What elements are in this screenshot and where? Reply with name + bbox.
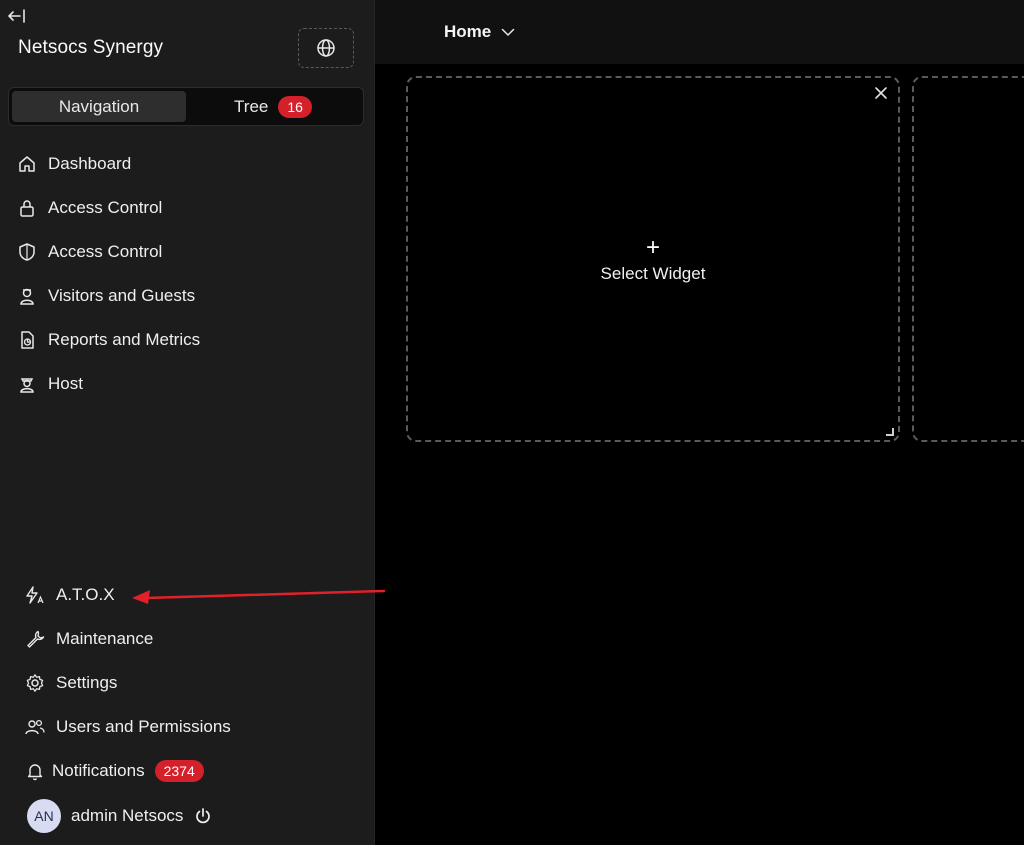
sidebar-item-maintenance[interactable]: Maintenance: [24, 617, 364, 661]
home-icon: [16, 153, 38, 175]
sidebar-item-label: Settings: [56, 673, 118, 692]
tab-navigation-label: Navigation: [58, 96, 140, 116]
sidebar-item-settings[interactable]: Settings: [24, 661, 364, 705]
notifications-count-badge: 2374: [154, 760, 204, 782]
sidebar-item-label: Access Control: [48, 242, 163, 261]
sidebar-item-label: Visitors and Guests: [48, 286, 196, 305]
tab-tree[interactable]: Tree 16: [186, 91, 360, 122]
main-nav: Dashboard Access Control Access Control …: [16, 142, 356, 406]
sidebar-item-label: Reports and Metrics: [48, 330, 201, 349]
user-profile[interactable]: AN admin Netsocs: [27, 799, 213, 833]
resize-handle[interactable]: [886, 428, 894, 436]
widget-slot: + Select Widget: [406, 76, 900, 442]
sidebar-tab-switch: Navigation Tree 16: [8, 87, 364, 126]
shield-icon: [16, 241, 38, 263]
sidebar-item-access-control-2[interactable]: Access Control: [16, 230, 356, 274]
avatar: AN: [27, 799, 61, 833]
sidebar-item-host[interactable]: Host: [16, 362, 356, 406]
user-name: admin Netsocs: [71, 806, 184, 825]
visitor-icon: [16, 285, 38, 307]
sidebar-item-dashboard[interactable]: Dashboard: [16, 142, 356, 186]
globe-icon: [317, 39, 335, 57]
chevron-down-icon: [501, 28, 515, 37]
wrench-icon: [24, 628, 46, 650]
select-widget-button[interactable]: + Select Widget: [408, 236, 898, 284]
select-widget-label: Select Widget: [600, 264, 706, 283]
collapse-sidebar-icon[interactable]: [6, 6, 28, 26]
host-icon: [16, 373, 38, 395]
sidebar-item-label: Host: [48, 374, 83, 393]
tab-tree-label: Tree: [234, 96, 269, 116]
gear-icon: [24, 672, 46, 694]
sidebar-item-label: Users and Permissions: [56, 717, 231, 736]
sidebar-item-label: Dashboard: [48, 154, 132, 173]
atox-icon: [24, 584, 46, 606]
sidebar-item-label: A.T.O.X: [56, 585, 115, 604]
report-icon: [16, 329, 38, 351]
users-icon: [24, 716, 46, 738]
lock-icon: [16, 197, 38, 219]
language-button[interactable]: [298, 28, 354, 68]
sidebar-item-label: Access Control: [48, 198, 163, 217]
sidebar: Netsocs Synergy Navigation Tree 16 Dashb…: [0, 0, 386, 845]
sidebar-item-visitors[interactable]: Visitors and Guests: [16, 274, 356, 318]
sidebar-item-access-control[interactable]: Access Control: [16, 186, 356, 230]
close-icon[interactable]: [872, 84, 890, 102]
sidebar-item-reports[interactable]: Reports and Metrics: [16, 318, 356, 362]
app-title: Netsocs Synergy: [18, 37, 164, 58]
annotation-arrow: [132, 589, 386, 604]
plus-icon: +: [645, 234, 660, 261]
tab-navigation[interactable]: Navigation: [12, 91, 186, 122]
dashboard-select[interactable]: Home: [444, 22, 515, 42]
sidebar-item-notifications[interactable]: Notifications 2374: [24, 749, 364, 793]
top-bar: Home: [375, 0, 1024, 64]
sidebar-item-label: Notifications: [52, 761, 145, 780]
sidebar-item-label: Maintenance: [56, 629, 154, 648]
tree-count-badge: 16: [278, 95, 312, 118]
sidebar-item-users-permissions[interactable]: Users and Permissions: [24, 705, 364, 749]
bell-icon: [24, 760, 46, 782]
power-icon[interactable]: [193, 806, 213, 826]
widget-slot-partial: [912, 76, 1024, 442]
dashboard-select-label: Home: [444, 22, 492, 41]
